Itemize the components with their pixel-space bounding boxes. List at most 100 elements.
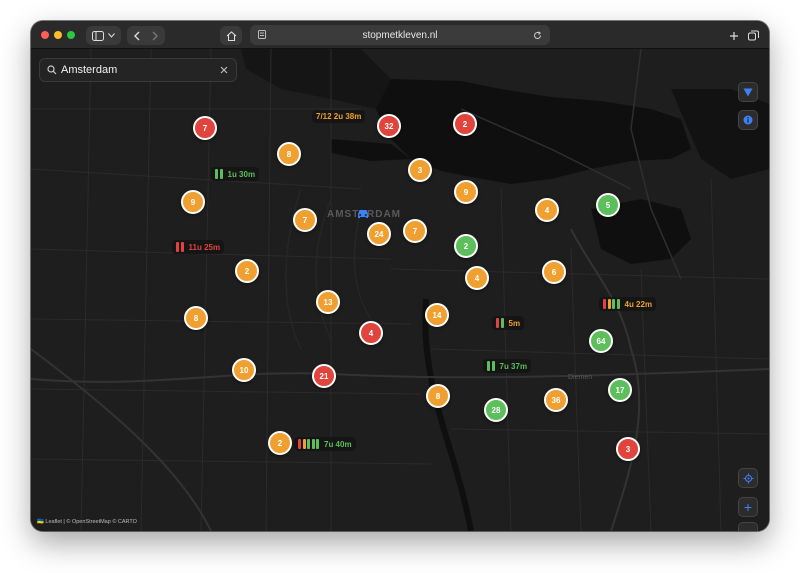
cluster-marker[interactable]: 13 — [316, 290, 340, 314]
sidebar-toggle-button[interactable] — [86, 26, 121, 45]
duration-label[interactable]: 7/12 2u 38m — [312, 110, 366, 123]
status-bar — [180, 242, 184, 252]
search-bar — [39, 58, 237, 82]
tab-overview-button[interactable] — [744, 26, 762, 45]
status-bars — [496, 318, 504, 328]
locate-icon — [743, 473, 753, 483]
status-bars — [298, 439, 319, 449]
duration-label[interactable]: 7u 40m — [294, 437, 356, 451]
cluster-marker[interactable]: 7 — [403, 219, 427, 243]
cluster-marker[interactable]: 28 — [484, 398, 508, 422]
status-bar — [491, 361, 495, 371]
home-icon — [226, 30, 236, 41]
close-window-button[interactable] — [41, 31, 49, 39]
chevron-left-icon[interactable] — [133, 31, 141, 41]
duration-text: 7u 37m — [499, 361, 528, 371]
duration-text: 11u 25m — [188, 242, 221, 252]
reload-icon[interactable] — [533, 30, 542, 40]
cluster-marker[interactable]: 3 — [616, 437, 640, 461]
car-icon — [358, 210, 368, 218]
chevron-down-icon — [108, 33, 115, 38]
cluster-marker[interactable]: 8 — [426, 384, 450, 408]
cluster-marker[interactable]: 8 — [277, 142, 301, 166]
zoom-in-button[interactable]: + — [738, 497, 758, 517]
cluster-marker[interactable]: 5 — [596, 193, 620, 217]
duration-label[interactable]: 11u 25m — [172, 240, 225, 254]
home-button[interactable] — [220, 26, 242, 45]
zoom-out-button[interactable]: − — [738, 522, 758, 531]
address-bar[interactable]: stopmetkleven.nl — [250, 25, 550, 45]
cluster-marker[interactable]: 9 — [454, 180, 478, 204]
locate-button[interactable] — [738, 468, 758, 488]
status-bar — [616, 299, 620, 309]
status-bar — [298, 439, 301, 449]
status-bars — [176, 242, 184, 252]
filter-button[interactable] — [738, 82, 758, 102]
cluster-marker[interactable]: 7 — [193, 116, 217, 140]
duration-label[interactable]: 7u 37m — [483, 359, 532, 373]
cluster-marker[interactable]: 24 — [367, 222, 391, 246]
plus-icon — [730, 31, 738, 40]
status-bar — [487, 361, 490, 371]
cluster-marker[interactable]: 2 — [268, 431, 292, 455]
maximize-window-button[interactable] — [67, 31, 75, 39]
status-bar — [302, 439, 306, 449]
cluster-marker[interactable]: 7 — [293, 208, 317, 232]
browser-window: stopmetkleven.nl AMSTERDAM — [31, 21, 769, 531]
minimize-window-button[interactable] — [54, 31, 62, 39]
map-attribution: 🇺🇦 Leaflet | © OpenStreetMap © CARTO — [37, 519, 137, 525]
status-bars — [487, 361, 495, 371]
history-nav-group — [127, 26, 165, 45]
chevron-right-icon[interactable] — [151, 31, 159, 41]
duration-text: 5m — [508, 318, 521, 328]
url-text: stopmetkleven.nl — [362, 29, 438, 41]
cluster-marker[interactable]: 36 — [544, 388, 568, 412]
cluster-marker[interactable]: 2 — [235, 259, 259, 283]
cluster-marker[interactable]: 32 — [377, 114, 401, 138]
status-bar — [500, 318, 504, 328]
cluster-marker[interactable]: 14 — [425, 303, 449, 327]
site-icon — [258, 30, 266, 39]
duration-text: 1u 30m — [227, 169, 256, 179]
info-button[interactable] — [738, 110, 758, 130]
cluster-marker[interactable]: 8 — [184, 306, 208, 330]
duration-label[interactable]: 5m — [492, 316, 525, 330]
duration-label[interactable]: 1u 30m — [211, 167, 260, 181]
search-input[interactable] — [61, 64, 211, 76]
ukraine-flag-icon: 🇺🇦 — [37, 519, 44, 525]
sidebar-icon — [92, 30, 104, 41]
new-tab-button[interactable] — [725, 26, 743, 45]
status-bar — [612, 299, 615, 309]
duration-label[interactable]: 4u 22m — [599, 297, 657, 311]
duration-text: 7u 40m — [324, 439, 352, 449]
close-icon[interactable] — [220, 66, 228, 74]
status-bar — [311, 439, 315, 449]
status-bar — [603, 299, 606, 309]
status-bar — [176, 242, 179, 252]
cluster-marker[interactable]: 10 — [232, 358, 256, 382]
cluster-marker[interactable]: 3 — [408, 158, 432, 182]
tabs-icon — [747, 30, 759, 41]
map-area[interactable]: AMSTERDAM Diemen + − 7322839945724722461… — [31, 49, 769, 531]
cluster-marker[interactable]: 4 — [359, 321, 383, 345]
duration-text: 7/12 2u 38m — [316, 112, 362, 121]
status-bars — [603, 299, 620, 309]
cluster-marker[interactable]: 9 — [181, 190, 205, 214]
status-bar — [607, 299, 611, 309]
cluster-marker[interactable]: 2 — [454, 234, 478, 258]
cluster-marker[interactable]: 17 — [608, 378, 632, 402]
cluster-marker[interactable]: 4 — [465, 266, 489, 290]
cluster-marker[interactable]: 6 — [542, 260, 566, 284]
attribution-text[interactable]: Leaflet | © OpenStreetMap © CARTO — [45, 519, 137, 525]
cluster-marker[interactable]: 2 — [453, 112, 477, 136]
status-bars — [215, 169, 223, 179]
status-bar — [316, 439, 319, 449]
status-bar — [215, 169, 218, 179]
status-bar — [307, 439, 310, 449]
status-bar — [219, 169, 223, 179]
search-icon — [47, 65, 57, 75]
cluster-marker[interactable]: 64 — [589, 329, 613, 353]
info-icon — [743, 115, 753, 125]
cluster-marker[interactable]: 21 — [312, 364, 336, 388]
cluster-marker[interactable]: 4 — [535, 198, 559, 222]
